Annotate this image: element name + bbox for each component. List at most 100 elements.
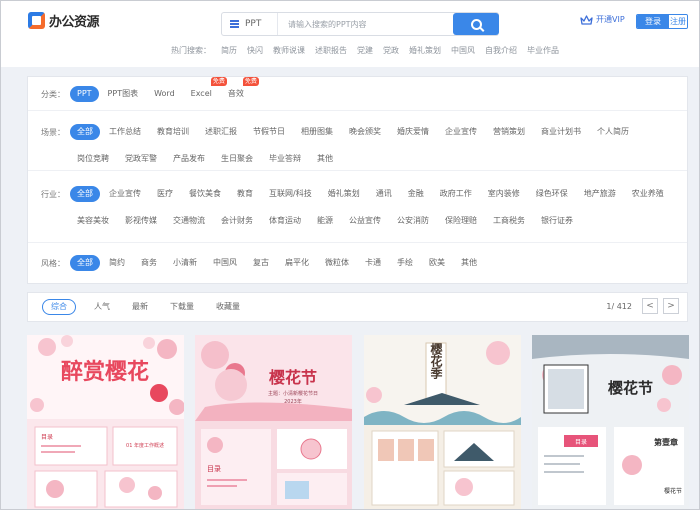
card-sub3-text: 2023年 bbox=[284, 398, 302, 405]
scene-tag[interactable]: 工作总结 bbox=[102, 124, 148, 140]
style-tag[interactable]: 微粒体 bbox=[318, 255, 356, 271]
industry-tag[interactable]: 通讯 bbox=[369, 186, 399, 202]
style-tag[interactable]: 小清新 bbox=[166, 255, 204, 271]
industry-tag[interactable]: 公安消防 bbox=[390, 213, 436, 229]
style-tag[interactable]: 复古 bbox=[246, 255, 276, 271]
industry-tag[interactable]: 全部 bbox=[70, 186, 100, 202]
category-tag[interactable]: PPT bbox=[70, 86, 99, 102]
scene-tag[interactable]: 全部 bbox=[70, 124, 100, 140]
industry-tag[interactable]: 银行证券 bbox=[534, 213, 580, 229]
scene-tag[interactable]: 述职汇报 bbox=[198, 124, 244, 140]
industry-tag[interactable]: 影视传媒 bbox=[118, 213, 164, 229]
scene-tag[interactable]: 产品发布 bbox=[166, 151, 212, 167]
style-tag[interactable]: 简约 bbox=[102, 255, 132, 271]
hot-term[interactable]: 述职报告 bbox=[315, 45, 347, 56]
next-page-button[interactable]: > bbox=[663, 298, 679, 314]
industry-tag[interactable]: 互联网/科技 bbox=[262, 186, 319, 202]
industry-tag[interactable]: 公益宣传 bbox=[342, 213, 388, 229]
filter-tag-label: 政府工作 bbox=[439, 189, 472, 198]
filter-row-industry: 行业： 全部 企业宣传 医疗 餐饮美食 教育 互联网/科技 婚礼策划 通讯 金融 政府工作 室内装修… bbox=[28, 171, 687, 243]
hot-term[interactable]: 教师说课 bbox=[273, 45, 305, 56]
sort-option[interactable]: 下载量 bbox=[166, 299, 198, 315]
style-tag[interactable]: 卡通 bbox=[358, 255, 388, 271]
industry-tag[interactable]: 工商税务 bbox=[486, 213, 532, 229]
scene-tag[interactable]: 岗位竞聘 bbox=[70, 151, 116, 167]
scene-tag[interactable]: 个人简历 bbox=[590, 124, 636, 140]
scene-tag[interactable]: 生日聚会 bbox=[214, 151, 260, 167]
prev-page-button[interactable]: < bbox=[642, 298, 658, 314]
scene-tag[interactable]: 教育培训 bbox=[150, 124, 196, 140]
style-tag[interactable]: 手绘 bbox=[390, 255, 420, 271]
sort-option[interactable]: 综合 bbox=[42, 299, 76, 315]
hot-term[interactable]: 简历 bbox=[221, 45, 237, 56]
scene-tag[interactable]: 毕业答辩 bbox=[262, 151, 308, 167]
site-logo[interactable]: 办公资源 bbox=[28, 11, 100, 30]
category-tag[interactable]: PPT图表 bbox=[101, 86, 146, 102]
industry-tag[interactable]: 交通物流 bbox=[166, 213, 212, 229]
register-button[interactable]: 注册 bbox=[669, 15, 687, 28]
style-tag[interactable]: 扁平化 bbox=[278, 255, 316, 271]
sort-option[interactable]: 收藏量 bbox=[212, 299, 244, 315]
filter-row-style: 风格： 全部 简约 商务 小清新 中国风 复古 扁平化 微粒体 卡通 手绘 欧美 其他 bbox=[28, 243, 687, 285]
filter-tag-label: 欧美 bbox=[429, 258, 445, 267]
scene-tag[interactable]: 晚会颁奖 bbox=[342, 124, 388, 140]
style-tag[interactable]: 全部 bbox=[70, 255, 100, 271]
style-tag[interactable]: 中国风 bbox=[206, 255, 244, 271]
search-button[interactable] bbox=[453, 13, 499, 35]
scene-tag[interactable]: 企业宣传 bbox=[438, 124, 484, 140]
template-card[interactable]: 醉赏樱花 目录 01 年度工作概述 bbox=[27, 335, 184, 509]
filter-tag-label: PPT图表 bbox=[107, 89, 139, 98]
industry-tag[interactable]: 地产旅游 bbox=[577, 186, 623, 202]
scene-tag[interactable]: 商业计划书 bbox=[534, 124, 588, 140]
scene-tag[interactable]: 婚庆爱情 bbox=[390, 124, 436, 140]
category-tag[interactable]: Excel 免费 bbox=[184, 77, 227, 102]
vip-link[interactable]: 开通VIP bbox=[580, 14, 625, 25]
search-type-select[interactable]: PPT bbox=[222, 13, 278, 35]
style-tag[interactable]: 欧美 bbox=[422, 255, 452, 271]
industry-tag[interactable]: 金融 bbox=[401, 186, 431, 202]
industry-tag[interactable]: 农业养殖 bbox=[625, 186, 671, 202]
scene-tag[interactable]: 营销策划 bbox=[486, 124, 532, 140]
industry-tag[interactable]: 教育 bbox=[230, 186, 260, 202]
style-tag[interactable]: 其他 bbox=[454, 255, 484, 271]
hot-term[interactable]: 党建 bbox=[357, 45, 373, 56]
industry-tag[interactable]: 政府工作 bbox=[433, 186, 479, 202]
category-tag[interactable]: Word bbox=[147, 86, 182, 102]
industry-tag[interactable]: 会计财务 bbox=[214, 213, 260, 229]
industry-tag[interactable]: 体育运动 bbox=[262, 213, 308, 229]
template-card[interactable]: 樱花节 主题：小清新樱花节日 2023年 目录 bbox=[195, 335, 352, 509]
auth-buttons: 登录 注册 bbox=[636, 14, 688, 29]
filter-tag-label: 卡通 bbox=[365, 258, 381, 267]
scene-tag[interactable]: 其他 bbox=[310, 151, 340, 167]
industry-tag[interactable]: 餐饮美食 bbox=[182, 186, 228, 202]
hot-term[interactable]: 党政 bbox=[383, 45, 399, 56]
hot-term[interactable]: 婚礼策划 bbox=[409, 45, 441, 56]
filter-tag-label: 述职汇报 bbox=[205, 127, 237, 136]
hot-term[interactable]: 中国风 bbox=[451, 45, 475, 56]
hot-term[interactable]: 快闪 bbox=[247, 45, 263, 56]
sort-option[interactable]: 最新 bbox=[128, 299, 152, 315]
hot-term[interactable]: 自我介绍 bbox=[485, 45, 517, 56]
page: 办公资源 PPT 热门搜索： 简历 快闪 教师说课 述职报告 党建 党政 婚礼策… bbox=[0, 0, 700, 510]
industry-tag[interactable]: 绿色环保 bbox=[529, 186, 575, 202]
category-tag[interactable]: 音效 免费 bbox=[221, 77, 259, 102]
scene-tag[interactable]: 相册图集 bbox=[294, 124, 340, 140]
free-badge: 免费 bbox=[210, 77, 227, 86]
industry-tag[interactable]: 婚礼策划 bbox=[321, 186, 367, 202]
industry-tag[interactable]: 保险理赔 bbox=[438, 213, 484, 229]
industry-tag[interactable]: 能源 bbox=[310, 213, 340, 229]
free-badge: 免费 bbox=[242, 77, 259, 86]
scene-tag[interactable]: 党政军警 bbox=[118, 151, 164, 167]
industry-tag[interactable]: 室内装修 bbox=[481, 186, 527, 202]
hot-term[interactable]: 毕业作品 bbox=[527, 45, 559, 56]
industry-tag[interactable]: 医疗 bbox=[150, 186, 180, 202]
template-card[interactable]: 樱花季 bbox=[364, 335, 521, 509]
sort-option[interactable]: 人气 bbox=[90, 299, 114, 315]
style-tag[interactable]: 商务 bbox=[134, 255, 164, 271]
login-button[interactable]: 登录 bbox=[637, 15, 669, 28]
industry-tag[interactable]: 企业宣传 bbox=[102, 186, 148, 202]
industry-tag[interactable]: 美容美妆 bbox=[70, 213, 116, 229]
scene-tag[interactable]: 节假节日 bbox=[246, 124, 292, 140]
filter-row-scene: 场景： 全部 工作总结 教育培训 述职汇报 节假节日 相册图集 晚会颁奖 婚庆爱情 企业宣传 营销… bbox=[28, 111, 687, 171]
template-card[interactable]: 樱花节 目录 第壹章 樱花节 bbox=[532, 335, 689, 509]
